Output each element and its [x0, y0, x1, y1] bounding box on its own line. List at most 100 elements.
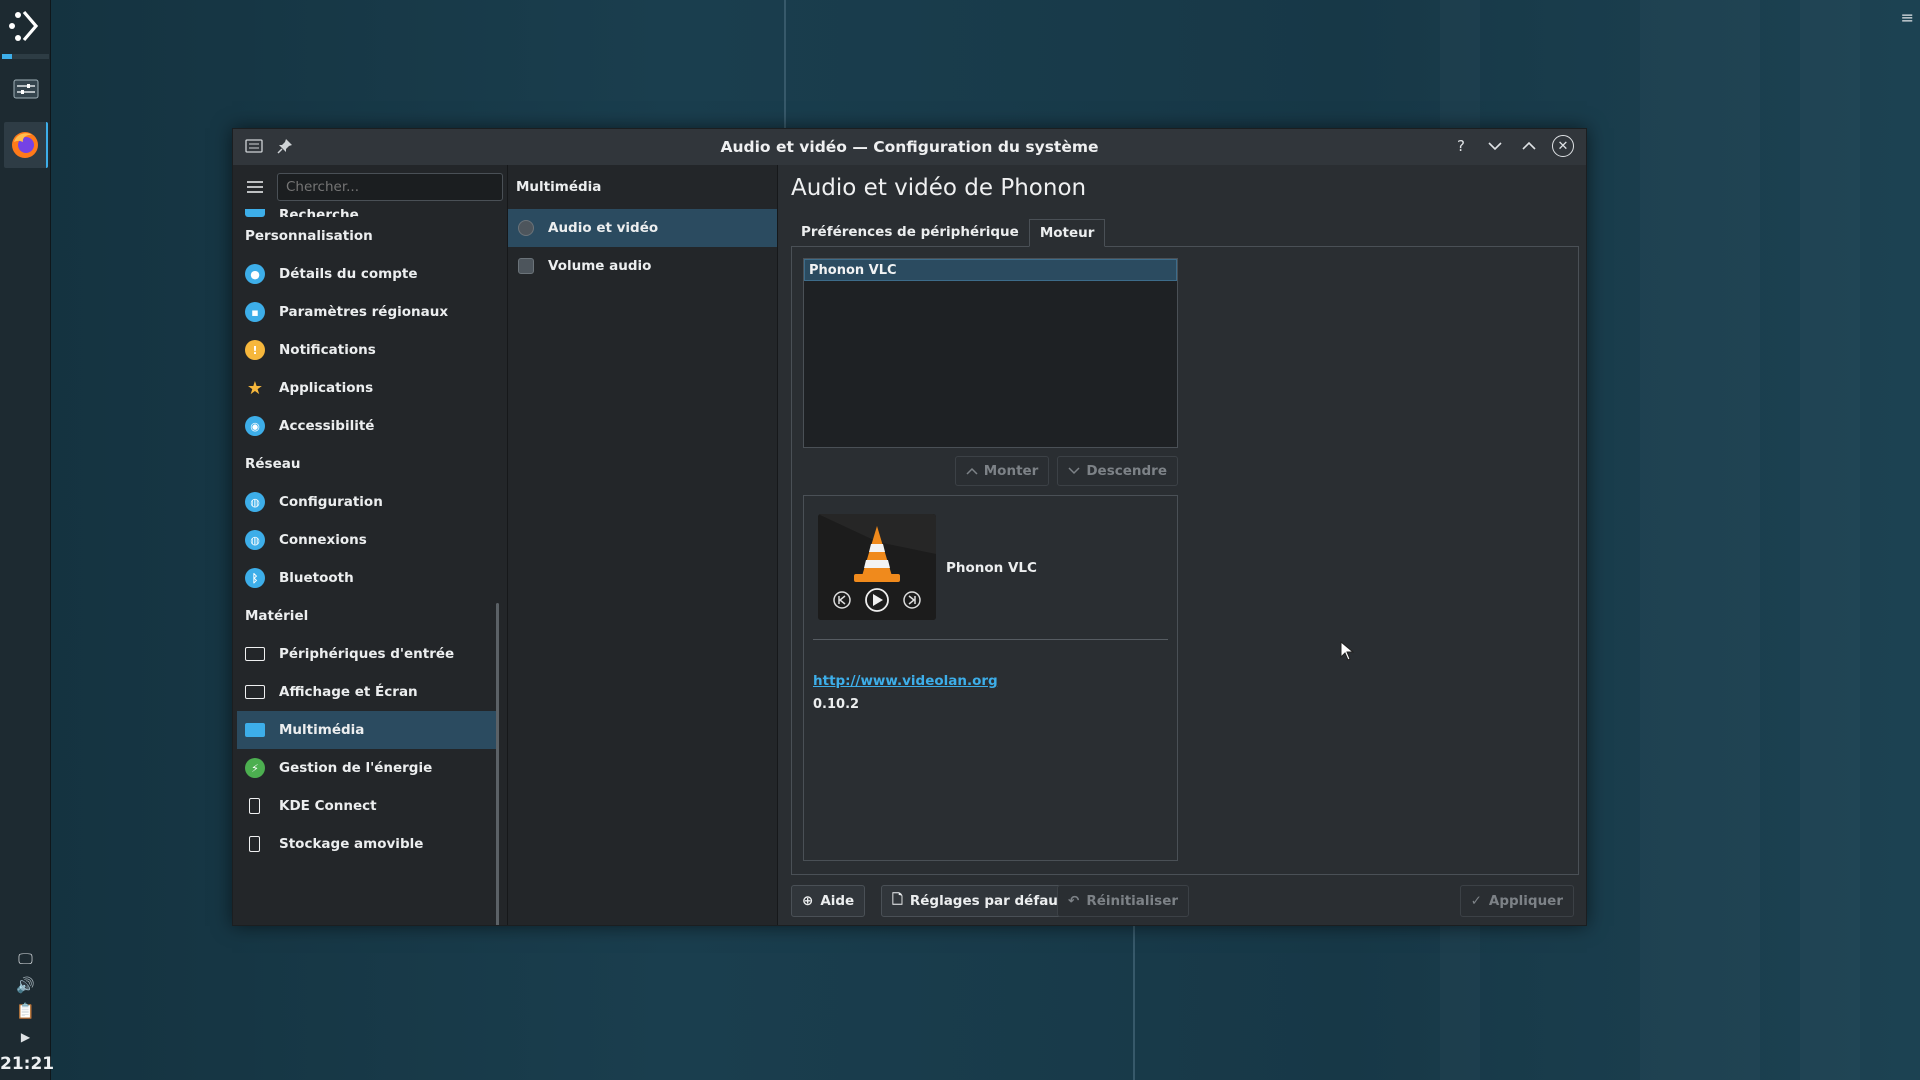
tray-clipboard-icon[interactable]: 📋 — [0, 1000, 51, 1022]
tab-backend[interactable]: Moteur — [1028, 219, 1106, 247]
sidebar-item[interactable]: ● Détails du compte — [237, 255, 499, 293]
apply-button[interactable]: ✓ Appliquer — [1459, 885, 1574, 917]
sidebar-item-label: Bluetooth — [279, 570, 354, 586]
subcategory-header: Multimédia — [516, 179, 602, 195]
notification-icon: ! — [245, 340, 265, 360]
sidebar-item-label: Connexions — [279, 532, 367, 548]
vlc-logo-icon — [818, 514, 936, 620]
settings-sliders-icon — [13, 79, 39, 99]
checkmark-icon: ✓ — [1470, 893, 1482, 909]
sidebar-item-label: Stockage amovible — [279, 836, 424, 852]
list-item[interactable]: Phonon VLC — [804, 259, 1177, 281]
reorder-buttons: Monter Descendre — [954, 456, 1178, 486]
subcategory-panel: Multimédia Audio et vidéo Volume audio — [508, 165, 778, 925]
task-firefox[interactable] — [4, 122, 48, 168]
phone-icon — [249, 798, 260, 814]
star-icon: ★ — [246, 377, 264, 399]
usb-icon — [249, 836, 260, 852]
sidebar-category: Matériel — [245, 608, 309, 624]
panel-progress-bar — [2, 54, 49, 59]
system-settings-window: Audio et vidéo — Configuration du systèm… — [232, 128, 1587, 926]
sidebar-item-label: Applications — [279, 380, 374, 396]
keyboard-icon — [245, 647, 265, 661]
sidebar-item[interactable]: Affichage et Écran — [237, 673, 499, 711]
sidebar-item[interactable]: ▪ Paramètres régionaux — [237, 293, 499, 331]
backend-info-box: Phonon VLC http://www.videolan.org 0.10.… — [803, 495, 1178, 861]
desktop-stripe — [1800, 0, 1860, 1080]
help-icon[interactable]: ? — [1450, 135, 1472, 157]
bluetooth-icon: ᛒ — [245, 568, 265, 588]
maximize-icon[interactable] — [1518, 135, 1540, 157]
document-reset-icon: 🗋 — [892, 891, 903, 908]
sidebar-item-label: Détails du compte — [279, 266, 418, 282]
accessibility-icon: ◉ — [245, 416, 265, 436]
defaults-button[interactable]: 🗋 Réglages par défaut — [881, 885, 1076, 917]
sidebar-item[interactable]: ! Notifications — [237, 331, 499, 369]
sidebar-item-label: Configuration — [279, 494, 383, 510]
monitor-icon — [245, 685, 265, 699]
desktop-line — [1133, 926, 1135, 1080]
tab-device-preferences[interactable]: Préférences de périphérique — [791, 219, 1029, 247]
globe-icon: ◍ — [245, 530, 265, 550]
move-down-button[interactable]: Descendre — [1057, 456, 1178, 486]
volume-icon — [518, 258, 534, 274]
sidebar-item[interactable]: Périphériques d'entrée — [237, 635, 499, 673]
tray-expand-icon[interactable]: ▶ — [0, 1026, 51, 1048]
task-system-settings[interactable] — [4, 66, 48, 112]
help-button[interactable]: ⊕ Aide — [791, 885, 866, 917]
reset-button[interactable]: ↶ Réinitialiser — [1057, 885, 1190, 917]
sidebar-item[interactable]: ◍ Connexions — [237, 521, 499, 559]
hamburger-menu-icon[interactable] — [245, 177, 265, 197]
divider — [813, 639, 1168, 640]
minimize-icon[interactable] — [1484, 135, 1506, 157]
sidebar-item[interactable]: ★ Applications — [237, 369, 499, 407]
mouse-cursor — [1340, 640, 1355, 665]
clock[interactable]: 21:21 — [0, 1054, 54, 1074]
sidebar-search-row — [233, 165, 507, 209]
tab-bar: Préférences de périphérique Moteur — [791, 219, 1106, 247]
chevron-down-icon — [1068, 467, 1080, 475]
firefox-icon — [12, 132, 38, 158]
sidebar-item[interactable]: KDE Connect — [237, 787, 499, 825]
main-content: Audio et vidéo de Phonon Préférences de … — [779, 165, 1586, 925]
sidebar-list: Recherche Personnalisation ● Détails du co… — [237, 201, 499, 863]
sidebar-item-label: Gestion de l'énergie — [279, 760, 433, 776]
sidebar-item[interactable]: ◉ Accessibilité — [237, 407, 499, 445]
power-icon: ⚡ — [245, 758, 265, 778]
search-input[interactable] — [277, 173, 503, 201]
backend-tab-pane: Phonon VLC Monter Descendre Phonon VLC h… — [791, 246, 1579, 875]
sidebar-item[interactable]: ⚡ Gestion de l'énergie — [237, 749, 499, 787]
region-icon: ▪ — [245, 302, 265, 322]
sidebar-scrollbar[interactable] — [496, 603, 499, 925]
tray-display-icon[interactable]: 🖵 — [0, 948, 51, 970]
sidebar-item[interactable]: Stockage amovible — [237, 825, 499, 863]
move-up-button[interactable]: Monter — [954, 456, 1050, 486]
app-launcher-icon[interactable] — [8, 6, 44, 46]
sidebar-item[interactable]: ᛒ Bluetooth — [237, 559, 499, 597]
taskbar: 🖵 🔊 📋 ▶ 21:21 — [0, 0, 54, 1080]
sidebar-item-label: Notifications — [279, 342, 376, 358]
audio-video-icon — [518, 220, 534, 236]
sidebar-item-label: Affichage et Écran — [279, 684, 418, 700]
sidebar-item-label: Accessibilité — [279, 418, 375, 434]
backend-website-link[interactable]: http://www.videolan.org — [813, 673, 998, 689]
subcategory-item-volume[interactable]: Volume audio — [508, 247, 777, 285]
desktop-menu-icon[interactable]: ≡ — [1901, 8, 1914, 27]
desktop-line — [784, 0, 786, 128]
sidebar-item[interactable]: ◍ Configuration — [237, 483, 499, 521]
close-icon[interactable]: ✕ — [1552, 135, 1574, 157]
sidebar-item-label: Multimédia — [279, 722, 365, 738]
subcategory-item-audio-video[interactable]: Audio et vidéo — [508, 209, 777, 247]
sidebar-item-label: KDE Connect — [279, 798, 377, 814]
sidebar-category: Réseau — [245, 456, 301, 472]
desktop-stripe — [1640, 0, 1760, 1080]
sidebar-item[interactable]: Multimédia — [237, 711, 499, 749]
backend-name: Phonon VLC — [946, 560, 1037, 576]
sidebar: Recherche Personnalisation●Détails du co… — [233, 165, 508, 925]
tray-volume-icon[interactable]: 🔊 — [0, 974, 51, 996]
sidebar-item-label: Périphériques d'entrée — [279, 646, 455, 662]
chevron-up-icon — [966, 467, 978, 475]
backend-list[interactable]: Phonon VLC — [803, 258, 1178, 448]
backend-version: 0.10.2 — [813, 697, 860, 712]
title-bar[interactable]: Audio et vidéo — Configuration du systèm… — [233, 129, 1586, 165]
